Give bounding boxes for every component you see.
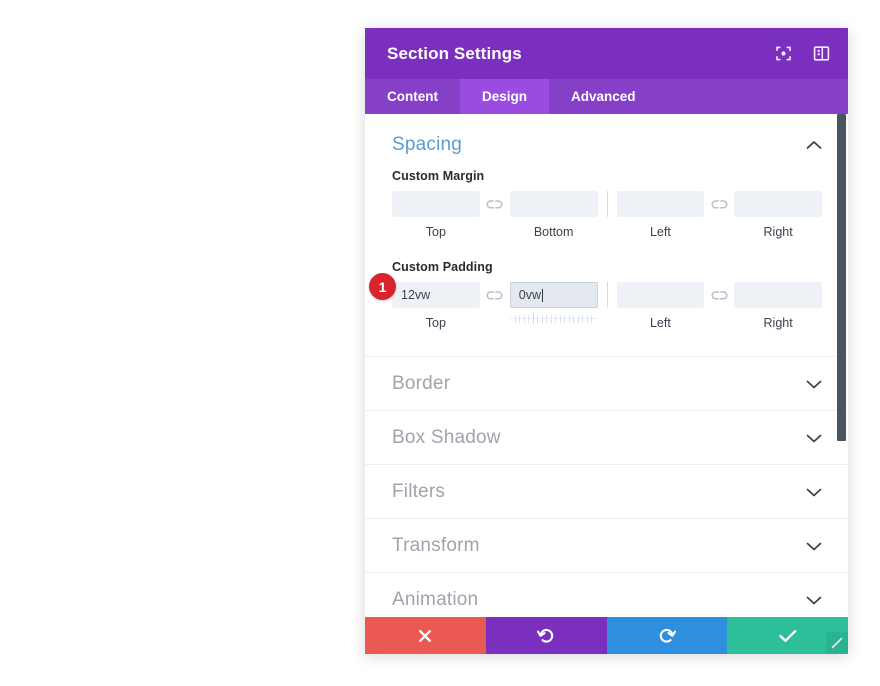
- tabbar: Content Design Advanced: [365, 79, 848, 114]
- custom-margin-top-cell: Top: [392, 191, 480, 239]
- section-toggle-border[interactable]: Border: [365, 356, 848, 410]
- section-toggle-filters-label: Filters: [392, 480, 446, 502]
- status-badge: 1: [369, 273, 396, 300]
- custom-margin-left-cell: Left: [616, 191, 705, 239]
- broken-link-icon[interactable]: [486, 191, 503, 217]
- collapsed-sections: Border Box Shadow Filters Transform Anim…: [365, 356, 848, 617]
- settings-body: Spacing Custom Margin Top Bottom Left Ri…: [365, 114, 848, 617]
- chevron-down-icon[interactable]: [806, 379, 822, 389]
- custom-padding-bottom-range-slider[interactable]: [509, 313, 598, 324]
- section-toggle-transform-label: Transform: [392, 534, 480, 556]
- section-spacing-title: Spacing: [392, 134, 463, 155]
- custom-margin-top-caption: Top: [425, 225, 446, 239]
- custom-padding-bottom-input[interactable]: 0vw: [509, 282, 598, 308]
- custom-padding-top-caption: Top: [425, 316, 446, 330]
- custom-padding-horizontal-link: [704, 282, 734, 308]
- custom-padding-controls: 12vw Top 0vw Left Right: [392, 282, 822, 330]
- text-caret: [541, 288, 543, 302]
- tab-advanced[interactable]: Advanced: [549, 79, 658, 114]
- chevron-down-icon[interactable]: [806, 595, 822, 605]
- redo-button[interactable]: [606, 617, 728, 654]
- cancel-button[interactable]: [365, 617, 486, 654]
- custom-padding-top-cell: 12vw Top: [392, 282, 480, 330]
- custom-padding-right-caption: Right: [763, 316, 793, 330]
- settings-scroll-area: Spacing Custom Margin Top Bottom Left Ri…: [365, 114, 848, 617]
- chevron-up-icon[interactable]: [806, 140, 822, 150]
- checkmark-icon: [779, 629, 797, 643]
- redo-icon: [658, 627, 676, 645]
- custom-padding-top-input[interactable]: 12vw: [392, 282, 480, 308]
- section-settings-modal: Section Settings Content Design Advanced…: [365, 28, 848, 654]
- custom-padding-divider: [606, 282, 608, 308]
- section-toggle-animation-label: Animation: [392, 588, 479, 610]
- chevron-down-icon[interactable]: [806, 433, 822, 443]
- custom-margin-right-input[interactable]: [734, 191, 822, 217]
- chevron-down-icon[interactable]: [806, 487, 822, 497]
- section-toggle-box-shadow[interactable]: Box Shadow: [365, 410, 848, 464]
- custom-margin-left-input[interactable]: [616, 191, 705, 217]
- custom-padding-vertical: 12vw Top 0vw: [392, 282, 598, 330]
- section-toggle-border-label: Border: [392, 372, 451, 394]
- custom-padding-right-cell: Right: [734, 282, 822, 330]
- modal-titlebar: Section Settings: [365, 28, 848, 79]
- custom-padding-horizontal: Left Right: [616, 282, 822, 330]
- custom-margin-bottom-input[interactable]: [509, 191, 598, 217]
- range-slider-ticks: [515, 313, 593, 324]
- panel-layout-icon[interactable]: [812, 45, 830, 63]
- custom-margin-vertical: Top Bottom: [392, 191, 598, 239]
- custom-margin-bottom-cell: Bottom: [509, 191, 598, 239]
- titlebar-actions: [774, 45, 830, 63]
- resize-grip[interactable]: [826, 632, 848, 654]
- custom-padding-right-input[interactable]: [734, 282, 822, 308]
- custom-margin-top-input[interactable]: [392, 191, 480, 217]
- custom-margin-group: Custom Margin Top Bottom Left Right: [392, 169, 822, 239]
- custom-margin-divider: [606, 191, 608, 217]
- custom-margin-vertical-link: [480, 191, 510, 217]
- custom-padding-left-input[interactable]: [616, 282, 705, 308]
- tab-content[interactable]: Content: [365, 79, 460, 114]
- section-toggle-box-shadow-label: Box Shadow: [392, 426, 501, 448]
- custom-margin-right-cell: Right: [734, 191, 822, 239]
- section-spacing: Spacing Custom Margin Top Bottom Left Ri…: [365, 114, 848, 330]
- section-toggle-transform[interactable]: Transform: [365, 518, 848, 572]
- custom-margin-right-caption: Right: [763, 225, 793, 239]
- custom-padding-left-cell: Left: [616, 282, 705, 330]
- section-toggle-animation[interactable]: Animation: [365, 572, 848, 617]
- custom-margin-controls: Top Bottom Left Right: [392, 191, 822, 239]
- custom-padding-bottom-value: 0vw: [518, 288, 541, 302]
- undo-button[interactable]: [485, 617, 607, 654]
- custom-margin-horizontal-link: [704, 191, 734, 217]
- broken-link-icon[interactable]: [711, 191, 728, 217]
- undo-icon: [537, 627, 555, 645]
- custom-padding-bottom-cell: 0vw: [509, 282, 598, 324]
- chevron-down-icon[interactable]: [806, 541, 822, 551]
- broken-link-icon[interactable]: [711, 282, 728, 308]
- scrollbar-thumb[interactable]: [837, 114, 846, 441]
- custom-padding-vertical-link: [480, 282, 510, 308]
- custom-margin-horizontal: Left Right: [616, 191, 822, 239]
- close-x-icon: [417, 628, 433, 644]
- modal-footer: [365, 617, 848, 654]
- settings-scrollbar[interactable]: [836, 114, 847, 617]
- custom-margin-bottom-caption: Bottom: [533, 225, 574, 239]
- custom-padding-label: Custom Padding: [392, 260, 493, 274]
- custom-margin-left-caption: Left: [649, 225, 671, 239]
- section-toggle-filters[interactable]: Filters: [365, 464, 848, 518]
- custom-padding-left-caption: Left: [649, 316, 671, 330]
- custom-margin-label: Custom Margin: [392, 169, 485, 183]
- section-spacing-header[interactable]: Spacing: [392, 114, 822, 169]
- screen: Section Settings Content Design Advanced…: [0, 0, 880, 686]
- page-title: Section Settings: [387, 43, 522, 63]
- broken-link-icon[interactable]: [486, 282, 503, 308]
- expand-view-icon[interactable]: [774, 45, 792, 63]
- tab-design[interactable]: Design: [460, 79, 550, 114]
- custom-padding-group: Custom Padding 12vw Top 0vw Left Right: [392, 260, 822, 330]
